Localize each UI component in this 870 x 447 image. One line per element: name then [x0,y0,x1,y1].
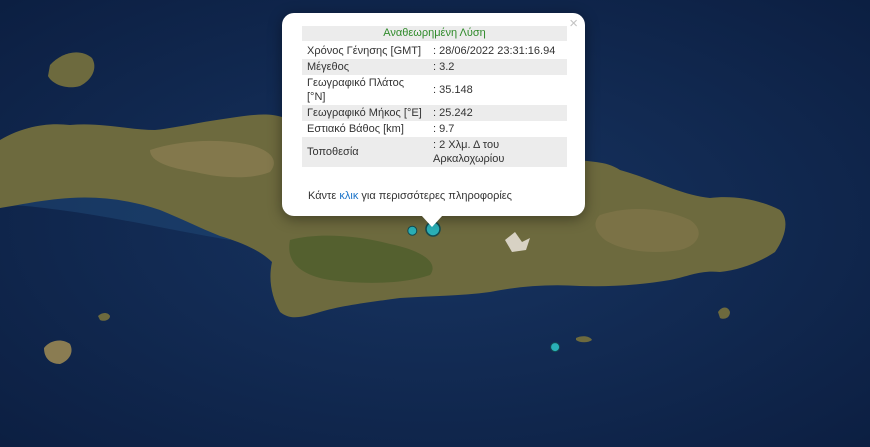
longitude-value: : 25.242 [428,105,567,121]
latitude-label: Γεωγραφικό Πλάτος [°N] [307,77,405,103]
quake-marker-2[interactable] [407,225,418,236]
more-info-link[interactable]: κλικ [339,190,358,202]
earthquake-info-popup: × Αναθεωρημένη Λύση Χρόνος Γένησης [GMT]… [282,13,585,216]
table-row: Εστιακό Βάθος [km] : 9.7 [302,121,567,137]
quake-marker-3[interactable] [550,342,561,353]
origin-time-value: : 28/06/2022 23:31:16.94 [433,45,556,57]
depth-label: Εστιακό Βάθος [km] [307,123,404,135]
table-row: Γεωγραφικό Πλάτος [°N] : 35.148 [302,75,567,105]
longitude-label: Γεωγραφικό Μήκος [°E] [302,105,428,121]
magnitude-value: : 3.2 [428,59,567,75]
magnitude-label: Μέγεθος [302,59,428,75]
close-popup-button[interactable]: × [569,16,578,32]
popup-tip [421,215,443,227]
more-info-suffix: για περισσότερες πληροφορίες [358,190,512,202]
more-info-prefix: Κάντε [308,190,340,202]
table-row: Τοποθεσία : 2 Χλμ. Δ του Αρκαλοχωρίου [302,137,567,167]
table-row: Χρόνος Γένησης [GMT] : 28/06/2022 23:31:… [302,43,567,59]
popup-title: Αναθεωρημένη Λύση [302,26,567,41]
table-row: Μέγεθος : 3.2 [302,59,567,75]
location-value: : 2 Χλμ. Δ του Αρκαλοχωρίου [428,137,567,167]
latitude-value: : 35.148 [433,84,473,96]
location-label: Τοποθεσία [302,137,428,167]
more-info-text: Κάντε κλικ για περισσότερες πληροφορίες [308,190,512,202]
depth-value: : 9.7 [433,123,455,135]
origin-time-label: Χρόνος Γένησης [GMT] [307,45,422,57]
earthquake-details-table: Χρόνος Γένησης [GMT] : 28/06/2022 23:31:… [302,43,567,167]
table-row: Γεωγραφικό Μήκος [°E] : 25.242 [302,105,567,121]
